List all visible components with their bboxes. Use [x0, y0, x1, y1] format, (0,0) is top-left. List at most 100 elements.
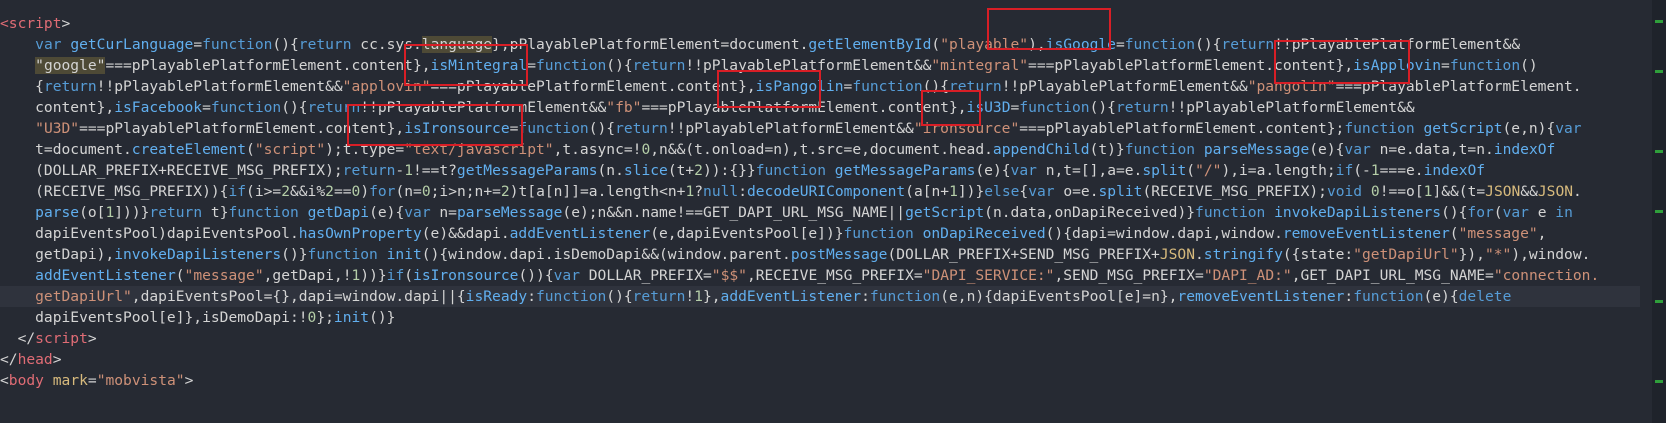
code-token: ,dapiEventsPool={},dapi=window.dapi||{ — [131, 288, 466, 305]
code-token: getScript — [905, 204, 985, 221]
code-token: removeEventListener — [1282, 225, 1450, 242]
code-token: ()){ — [518, 267, 554, 284]
code-token: . — [1573, 183, 1582, 200]
code-token: return — [615, 120, 668, 137]
code-token: 1 — [694, 288, 703, 305]
code-token: () — [1520, 57, 1538, 74]
code-token: script — [35, 330, 88, 347]
code-token: > — [52, 351, 62, 368]
code-token: ()} — [369, 309, 396, 326]
code-token: for — [369, 183, 396, 200]
code-token: (e){ — [369, 204, 405, 221]
code-token: : — [1344, 288, 1354, 305]
code-line[interactable]: </script> — [0, 328, 1640, 349]
code-token: function — [1344, 120, 1415, 137]
code-token: getDapiUrl" — [0, 288, 132, 305]
code-token: if — [1335, 162, 1354, 179]
code-token: : — [861, 288, 870, 305]
code-token: parse — [35, 204, 80, 221]
code-token: "/" — [1195, 162, 1222, 179]
code-token: (RECEIVE_MSG_PREFIX); — [1142, 183, 1327, 200]
minimap-marker — [1655, 20, 1663, 23]
code-token: (){ — [588, 120, 616, 137]
code-token: getDapi), — [0, 246, 115, 263]
code-token: (n. — [597, 162, 624, 179]
code-token: ,t.async=! — [553, 141, 642, 158]
code-token: 2 — [694, 162, 703, 179]
code-token: (DOLLAR_PREFIX+SEND_MSG_PREFIX+ — [887, 246, 1160, 263]
code-line[interactable]: addEventListener("message",getDapi,!1))}… — [0, 265, 1640, 286]
code-token: 1 — [949, 183, 958, 200]
code-token: stringify — [1203, 246, 1283, 263]
code-token: invokeDapiListeners — [114, 246, 282, 263]
code-line[interactable]: parse(o[1]))}return t}function getDapi(e… — [0, 202, 1640, 223]
code-token: invokeDapiListeners — [1274, 204, 1442, 221]
code-token: function — [210, 99, 282, 116]
code-token: )) — [702, 162, 721, 179]
code-token: ( — [246, 141, 255, 158]
code-token: : — [738, 183, 747, 200]
code-token: 0 — [421, 183, 431, 200]
code-token: function — [307, 246, 378, 263]
code-token: (){ — [606, 288, 633, 305]
code-token: getElementById — [808, 36, 932, 53]
minimap-marker — [1655, 150, 1663, 153]
code-token: ]&&(t= — [1432, 183, 1486, 200]
code-token: )t[a[n]]=a.length<n+ — [509, 183, 686, 200]
code-token: null — [703, 183, 739, 200]
code-line[interactable]: (DOLLAR_PREFIX+RECEIVE_MSG_PREFIX);retur… — [0, 160, 1640, 181]
minimap-scrollbar[interactable] — [1652, 0, 1666, 423]
code-token: var — [1502, 204, 1529, 221]
code-token: dapiEventsPool[e]},isDemoDapi:! — [0, 309, 308, 326]
code-token: delete — [1458, 288, 1512, 305]
code-token: function — [536, 57, 607, 74]
annotation-box-isu3d — [921, 90, 981, 126]
code-token: content}, — [0, 99, 115, 116]
code-token: function — [228, 204, 299, 221]
code-line[interactable]: getDapiUrl",dapiEventsPool={},dapi=windo… — [0, 286, 1640, 307]
code-token: (DOLLAR_PREFIX+RECEIVE_MSG_PREFIX); — [0, 162, 343, 179]
code-token: 0 — [641, 141, 651, 158]
code-token: : — [527, 288, 536, 305]
code-token: (n= — [395, 183, 422, 200]
code-token: (e){ — [1309, 141, 1345, 158]
code-line[interactable]: <script> — [0, 13, 1640, 34]
annotation-box-ispangolin — [717, 70, 821, 108]
code-token: addEventListener — [35, 267, 176, 284]
code-token: function — [852, 78, 923, 95]
code-token: function — [535, 288, 607, 305]
code-line[interactable]: dapiEventsPool)dapiEventsPool.hasOwnProp… — [0, 223, 1640, 244]
code-line[interactable]: "U3D" ===pPlayablePlatformElement.content… — [0, 118, 1640, 139]
code-token: !!pPlayablePlatformElement&& — [96, 78, 343, 95]
code-token: ===pPlayablePlatformElement.content}; — [1019, 120, 1345, 137]
code-token: (){dapi=window.dapi,window. — [1045, 225, 1283, 242]
code-line[interactable]: (RECEIVE_MSG_PREFIX)){if(i>=2&&i%2==0)fo… — [0, 181, 1640, 202]
code-token: "DAPI_AD:" — [1203, 267, 1292, 284]
code-line[interactable]: getDapi),invokeDapiListeners()}function … — [0, 244, 1640, 265]
code-line[interactable]: </head> — [0, 349, 1640, 370]
code-token: ()} — [281, 246, 308, 263]
code-token: . — [1195, 246, 1204, 263]
code-token: hasOwnProperty — [298, 225, 422, 242]
code-token: , — [1537, 225, 1547, 242]
code-token: !!pPlayablePlatformElement&& — [667, 120, 914, 137]
code-line[interactable]: t=document.createElement("script");t.typ… — [0, 139, 1640, 160]
code-token: < — [0, 372, 9, 389]
code-token: createElement — [131, 141, 247, 158]
code-token: "$$" — [711, 267, 747, 284]
code-token: (a[n+ — [905, 183, 950, 200]
code-token: 0 — [1370, 183, 1380, 200]
code-token: function — [1124, 141, 1196, 158]
code-token: JSON — [1159, 246, 1195, 263]
code-token: 2 — [500, 183, 510, 200]
code-token: 2 — [325, 183, 334, 200]
code-line[interactable]: <body mark="mobvista"> — [0, 370, 1640, 391]
code-token: 1 — [351, 267, 361, 284]
code-editor[interactable]: <script> var getCurLanguage=function(){r… — [0, 0, 1666, 423]
code-line[interactable]: dapiEventsPool[e]},isDemoDapi:!0};init()… — [0, 307, 1640, 328]
code-token: ))} — [360, 267, 387, 284]
